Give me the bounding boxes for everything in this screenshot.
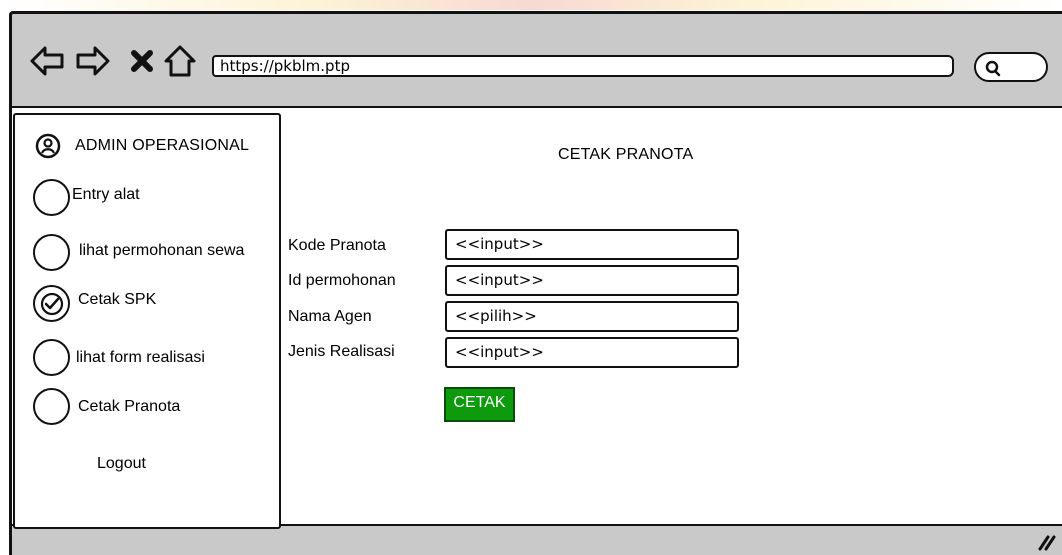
radio-circle (33, 339, 70, 376)
field-label-id-permohonan: Id permohonan (288, 272, 396, 289)
sidebar-item-entry-alat[interactable]: Entry alat (33, 179, 140, 216)
role-label: ADMIN OPERASIONAL (75, 137, 250, 154)
sidebar: ADMIN OPERASIONAL Entry alat lihat permo… (13, 113, 281, 529)
kode-pranota-input[interactable]: <<input>> (445, 229, 739, 260)
sidebar-item-lihat-form-realisasi[interactable]: lihat form realisasi (33, 339, 205, 376)
field-label-nama-agen: Nama Agen (288, 308, 372, 325)
top-decoration (0, 0, 1062, 10)
sidebar-item-label: Cetak Pranota (78, 397, 181, 415)
cetak-button[interactable]: CETAK (444, 387, 515, 422)
sidebar-item-label: Cetak SPK (78, 290, 157, 308)
sidebar-header: ADMIN OPERASIONAL (35, 133, 249, 159)
address-bar[interactable]: https://pkblm.ptp (212, 55, 954, 77)
browser-window: https://pkblm.ptp ADMIN OPERASIONAL Entr… (9, 11, 1062, 555)
check-icon (40, 292, 63, 315)
sidebar-item-cetak-pranota[interactable]: Cetak Pranota (33, 388, 180, 425)
sidebar-item-cetak-spk[interactable]: Cetak SPK (33, 285, 156, 322)
forward-arrow-icon[interactable] (75, 44, 111, 78)
logout-link[interactable]: Logout (97, 455, 146, 473)
radio-circle (33, 285, 70, 322)
radio-circle (33, 179, 70, 216)
field-label-kode-pranota: Kode Pranota (288, 237, 386, 254)
close-x-icon[interactable] (124, 44, 160, 78)
search-icon (985, 60, 1001, 77)
nama-agen-select[interactable]: <<pilih>> (445, 301, 739, 332)
sidebar-item-lihat-permohonan-sewa[interactable]: lihat permohonan sewa (33, 234, 244, 271)
content-area: ADMIN OPERASIONAL Entry alat lihat permo… (12, 106, 1062, 529)
home-icon[interactable] (162, 44, 198, 78)
sidebar-item-label: lihat permohonan sewa (79, 241, 245, 259)
radio-circle (33, 388, 70, 425)
radio-circle (33, 234, 70, 271)
sidebar-item-label: Entry alat (72, 185, 140, 203)
browser-toolbar: https://pkblm.ptp (12, 14, 1062, 106)
resize-grip-icon[interactable] (1034, 531, 1056, 551)
back-arrow-icon[interactable] (29, 44, 65, 78)
user-icon (35, 133, 61, 159)
page-title: CETAK PRANOTA (558, 146, 694, 163)
field-label-jenis-realisasi: Jenis Realisasi (288, 343, 395, 360)
sidebar-item-label: lihat form realisasi (76, 348, 205, 366)
search-box[interactable] (974, 52, 1048, 82)
id-permohonan-input[interactable]: <<input>> (445, 265, 739, 296)
jenis-realisasi-input[interactable]: <<input>> (445, 337, 739, 368)
